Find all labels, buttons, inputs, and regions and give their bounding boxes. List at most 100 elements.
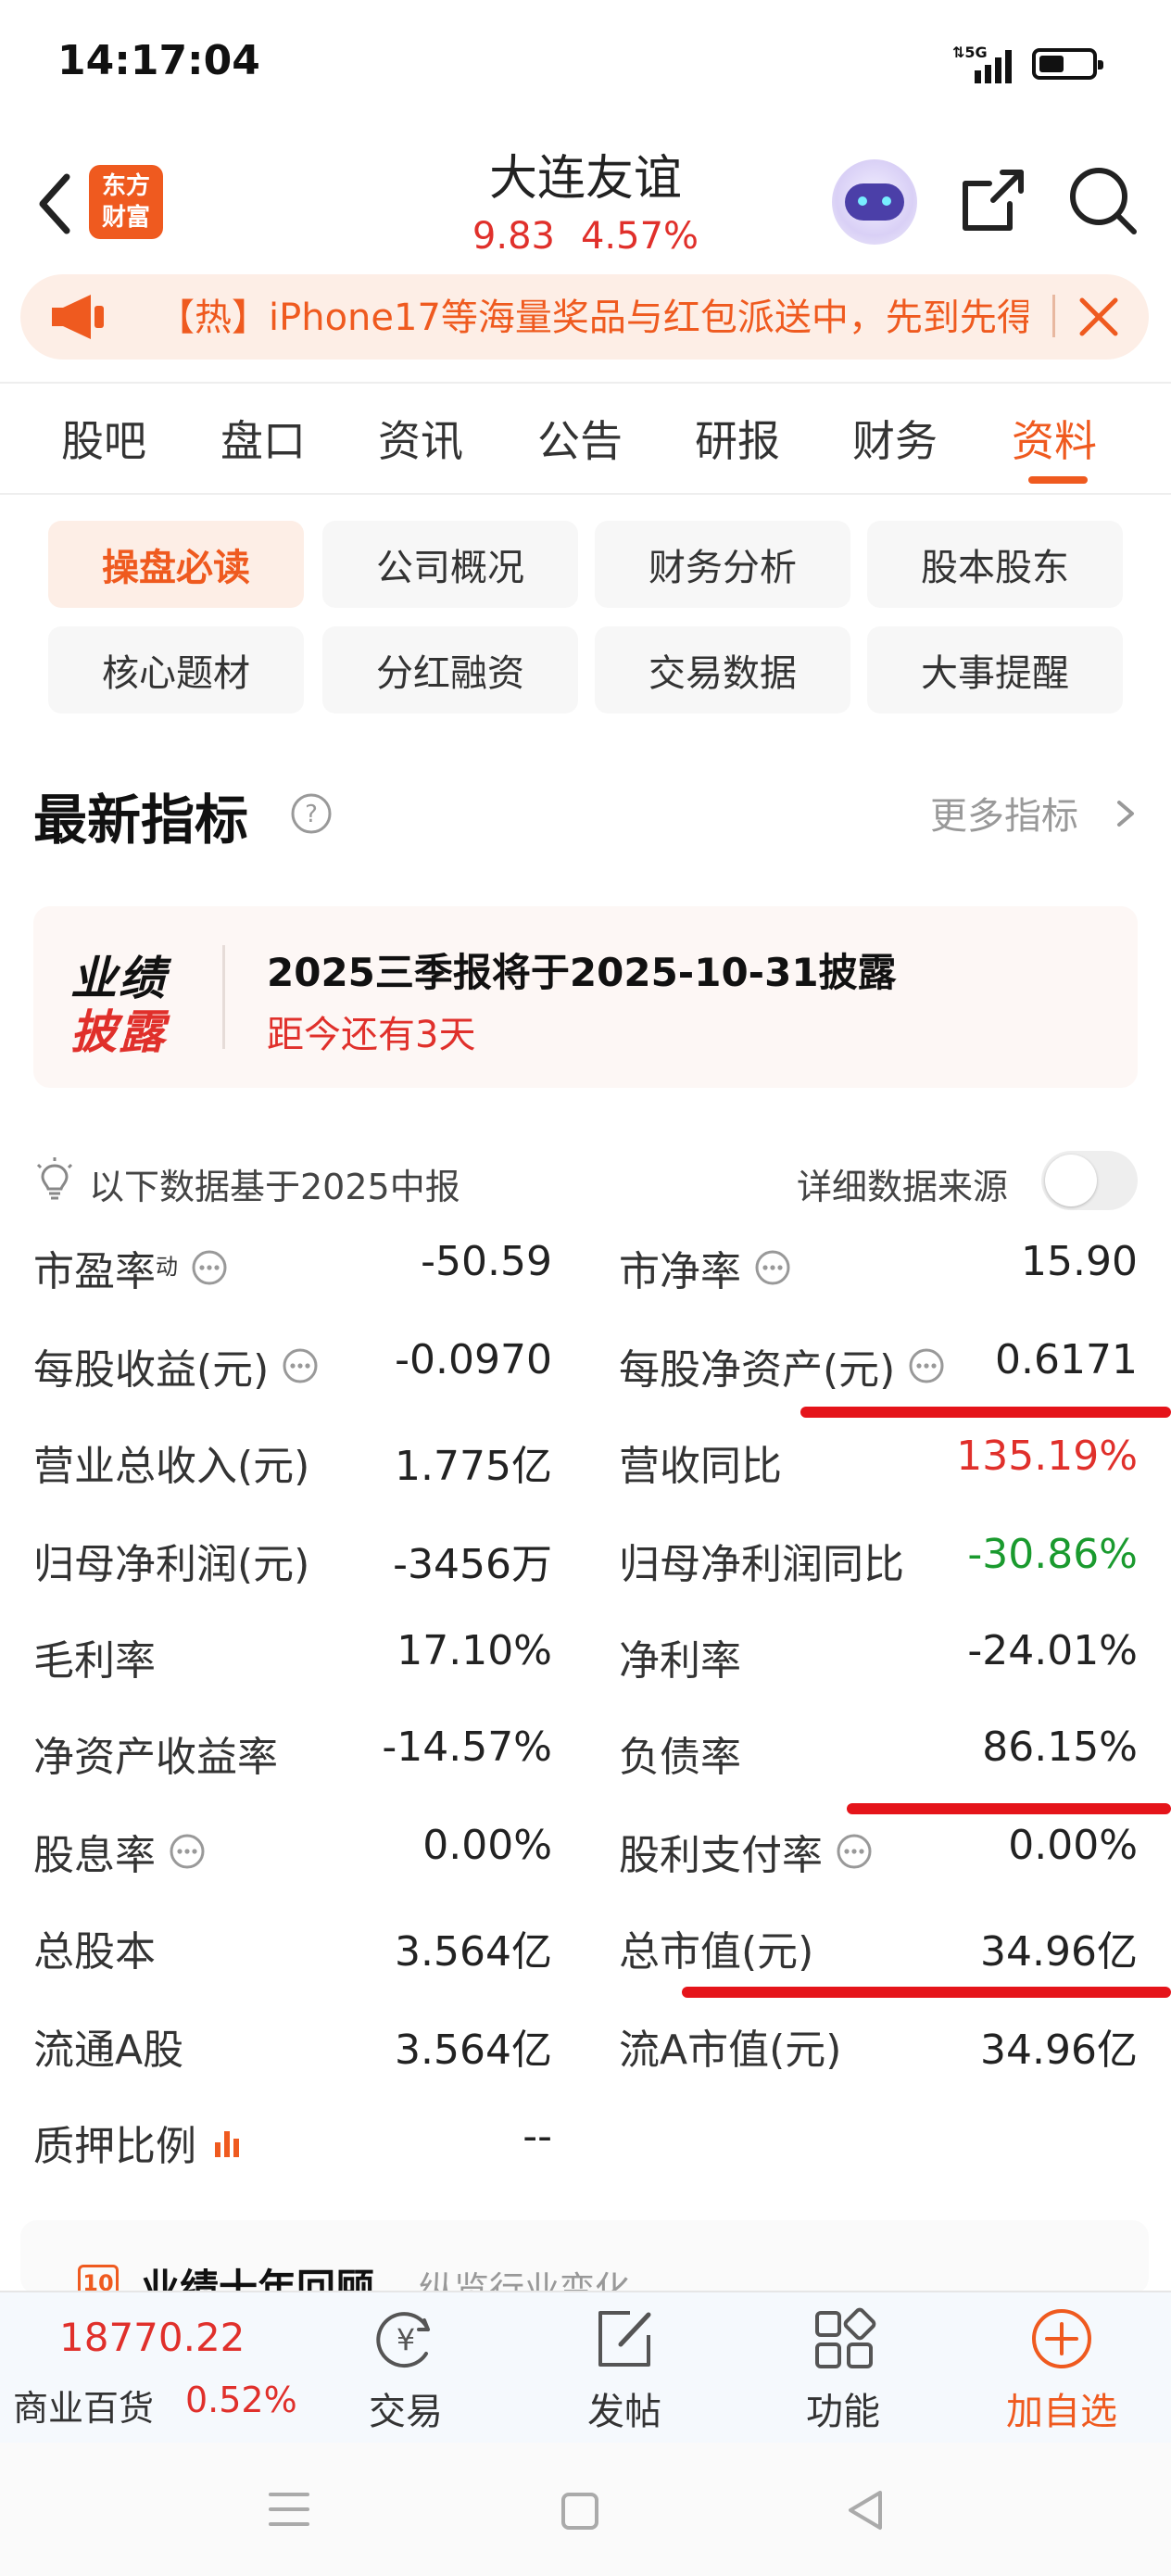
sector-index-name[interactable]: 商业百货: [13, 2380, 154, 2431]
share-icon: [963, 170, 1024, 231]
more-info-icon[interactable]: [169, 1833, 206, 1870]
tab-research[interactable]: 研报: [695, 408, 780, 469]
subnav-core-themes[interactable]: 核心题材: [48, 626, 304, 713]
bar-chart-icon[interactable]: [209, 2124, 246, 2161]
subnav-company-overview[interactable]: 公司概况: [322, 521, 578, 608]
metric-value-roe: -14.57%: [382, 1724, 552, 1771]
sector-index-change[interactable]: 0.52%: [185, 2380, 297, 2420]
disclosure-title: 2025三季报将于2025-10-31披露: [267, 950, 897, 995]
metric-label-debt-ratio: 负债率: [619, 1734, 741, 1781]
metric-label-pledge-ratio: 质押比例: [33, 2113, 246, 2172]
subnav-trading-guide[interactable]: 操盘必读: [48, 521, 304, 608]
metric-label-text: 股利支付率: [619, 1832, 823, 1879]
lightbulb-icon: [33, 1156, 76, 1203]
trade-label: 交易: [369, 2391, 443, 2433]
more-info-icon[interactable]: [836, 1833, 873, 1870]
banner-close-button[interactable]: [1067, 285, 1130, 348]
divider: [0, 382, 1171, 384]
tab-guba[interactable]: 股吧: [61, 408, 146, 469]
metric-label-text: 质押比例: [33, 2123, 196, 2170]
metric-value-dividend-yield: 0.00%: [422, 1822, 552, 1869]
share-button[interactable]: [956, 163, 1030, 237]
post-label: 发帖: [587, 2391, 661, 2433]
disclosure-badge-line2: 披露: [70, 1005, 167, 1059]
metric-label-text: 市盈率: [33, 1248, 156, 1295]
metric-label-sup: 动: [156, 1253, 178, 1280]
metric-value-net-margin: -24.01%: [967, 1627, 1138, 1674]
metric-label-float-market-cap: 流A市值(元): [619, 2027, 842, 2074]
more-metrics-link[interactable]: 更多指标: [930, 786, 1078, 840]
metric-value-market-cap: 34.96亿: [980, 1928, 1138, 1976]
subnav-trading-data[interactable]: 交易数据: [595, 626, 850, 713]
metric-label-gross-margin: 毛利率: [33, 1637, 156, 1685]
subnav-financial-analysis[interactable]: 财务分析: [595, 521, 850, 608]
post-button[interactable]: 发帖: [550, 2302, 699, 2435]
banner-divider: [1052, 295, 1055, 337]
metric-label-net-profit-yoy: 归母净利润同比: [619, 1541, 904, 1588]
sector-index-value[interactable]: 18770.22: [59, 2315, 245, 2360]
battery-icon: [1032, 48, 1103, 80]
metric-label-net-margin: 净利率: [619, 1637, 741, 1685]
add-watchlist-button[interactable]: 加自选: [988, 2302, 1136, 2435]
tab-profile[interactable]: 资料: [1012, 408, 1097, 469]
metric-label-market-cap: 总市值(元): [619, 1928, 814, 1976]
metric-label-revenue: 营业总收入(元): [33, 1443, 310, 1490]
metric-value-float-market-cap: 34.96亿: [980, 2027, 1138, 2074]
stock-price: 9.83: [472, 215, 555, 258]
tab-pankou[interactable]: 盘口: [220, 408, 306, 469]
status-time: 14:17:04: [57, 37, 260, 84]
menu-icon[interactable]: [267, 2489, 311, 2530]
metric-value-pledge-ratio: --: [523, 2113, 552, 2160]
metric-label-roe: 净资产收益率: [33, 1734, 278, 1781]
functions-button[interactable]: 功能: [769, 2302, 917, 2435]
more-info-icon[interactable]: [754, 1249, 791, 1286]
tab-news[interactable]: 资讯: [378, 408, 463, 469]
trade-button[interactable]: ¥ 交易: [332, 2302, 480, 2435]
divider: [0, 493, 1171, 495]
metric-value-net-profit-yoy: -30.86%: [967, 1531, 1138, 1578]
metric-label-revenue-yoy: 营收同比: [619, 1443, 782, 1490]
ten-year-subtitle: 纵览行业变化: [419, 2269, 631, 2294]
close-icon: [1079, 297, 1118, 336]
more-info-icon[interactable]: [191, 1249, 228, 1286]
subnav-events[interactable]: 大事提醒: [867, 626, 1123, 713]
help-button[interactable]: ?: [289, 791, 334, 836]
search-button[interactable]: [1065, 163, 1140, 237]
svg-text:¥: ¥: [397, 2322, 415, 2357]
metric-value-net-profit: -3456万: [393, 1541, 552, 1588]
more-info-icon[interactable]: [282, 1347, 319, 1384]
metric-value-debt-ratio: 86.15%: [982, 1724, 1138, 1771]
disclosure-countdown: 距今还有3天: [267, 1014, 476, 1056]
metric-value-bvps: 0.6171: [995, 1336, 1138, 1383]
back-nav-icon[interactable]: [845, 2487, 886, 2533]
metric-value-revenue: 1.775亿: [395, 1443, 552, 1490]
metric-label-text: 市净率: [619, 1248, 741, 1295]
subnav-dividends[interactable]: 分红融资: [322, 626, 578, 713]
section-title: 最新指标: [33, 789, 249, 852]
metric-value-payout-ratio: 0.00%: [1008, 1822, 1138, 1869]
metric-label-float-shares: 流通A股: [33, 2027, 184, 2074]
question-icon: ?: [291, 793, 332, 834]
metric-label-net-profit: 归母净利润(元): [33, 1541, 310, 1588]
add-circle-icon: [1032, 2309, 1091, 2368]
metric-label-text: 股息率: [33, 1832, 156, 1879]
subnav-shareholders[interactable]: 股本股东: [867, 521, 1123, 608]
home-icon[interactable]: [560, 2491, 600, 2532]
data-basis-text: 以下数据基于2025中报: [89, 1167, 460, 1207]
tab-announcements[interactable]: 公告: [537, 408, 623, 469]
svg-text:?: ?: [305, 801, 318, 828]
functions-label: 功能: [806, 2391, 880, 2433]
ai-assistant-avatar[interactable]: [832, 159, 917, 245]
metric-label-text: 每股净资产(元): [619, 1346, 896, 1394]
ten-year-review-card[interactable]: 10 业绩十年回顾 纵览行业变化: [20, 2220, 1149, 2294]
stock-change-pct: 4.57%: [580, 215, 699, 258]
metric-label-text: 每股收益(元): [33, 1346, 270, 1394]
banner-text[interactable]: 【热】iPhone17等海量奖品与红包派送中，先到先得: [157, 287, 1028, 341]
chevron-right-icon[interactable]: [1112, 795, 1140, 832]
more-info-icon[interactable]: [908, 1347, 945, 1384]
tab-finance[interactable]: 财务: [852, 408, 938, 469]
data-source-toggle[interactable]: [1041, 1151, 1138, 1210]
metric-value-gross-margin: 17.10%: [397, 1627, 552, 1674]
metric-value-float-shares: 3.564亿: [395, 2027, 552, 2074]
yen-circle-icon: ¥: [376, 2312, 430, 2368]
